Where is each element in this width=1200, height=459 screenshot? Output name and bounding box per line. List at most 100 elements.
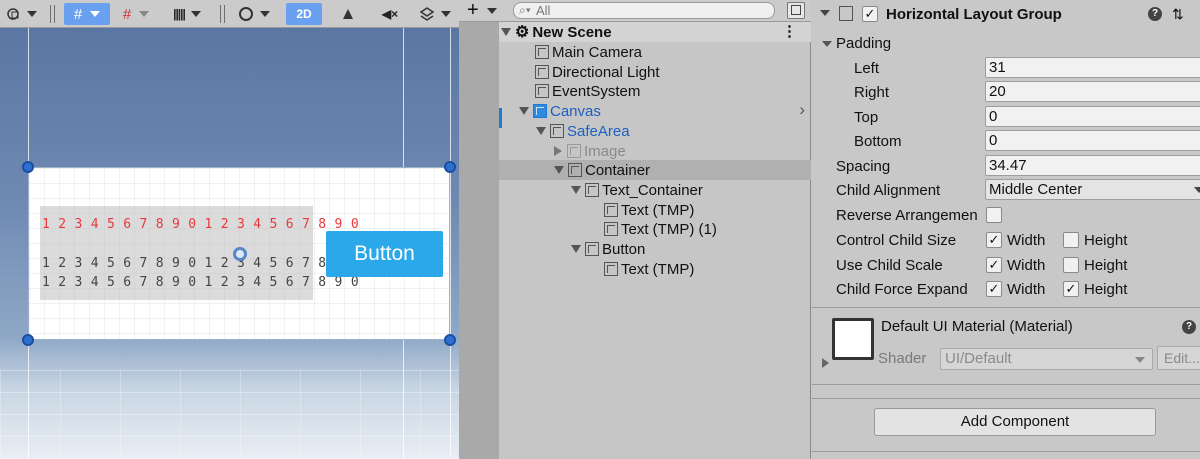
material-preview[interactable]: [832, 318, 874, 360]
foldout-arrow-icon[interactable]: [820, 10, 830, 16]
more-options-icon[interactable]: ⋮: [782, 22, 797, 40]
chevron-down-icon: [260, 11, 270, 17]
padding-left-field[interactable]: 31: [985, 57, 1200, 78]
rect-handle-top-right[interactable]: [444, 161, 456, 173]
hierarchy-item-label: Text (TMP): [621, 260, 695, 278]
collapse-arrow-icon: [554, 146, 562, 156]
add-button[interactable]: +: [467, 0, 498, 20]
grid-snap-button[interactable]: #: [64, 3, 110, 25]
child-alignment-label: Child Alignment: [836, 182, 941, 199]
chevron-down-icon: [139, 11, 150, 17]
hierarchy-item-safearea[interactable]: SafeArea: [499, 121, 811, 141]
hierarchy-item-new-scene[interactable]: ⚙ New Scene ⋮: [499, 22, 811, 42]
reverse-arrangement-checkbox[interactable]: [986, 207, 1002, 223]
hierarchy-item-button[interactable]: Button: [499, 239, 811, 259]
visibility-gutter[interactable]: [459, 22, 499, 459]
expand-arrow-icon: [571, 186, 581, 194]
hierarchy-item-button-text-tmp[interactable]: Text (TMP): [499, 259, 811, 279]
pivot-icon[interactable]: [233, 247, 247, 261]
right-label: Right: [854, 84, 890, 101]
gameobject-icon: [604, 203, 618, 217]
render-options-dropdown[interactable]: |||||: [166, 3, 208, 25]
help-icon[interactable]: ?: [1148, 7, 1162, 21]
padding-bottom-field[interactable]: 0: [985, 130, 1200, 151]
scene-view[interactable]: # # ||||| 2D ◀× 1 2 3 4 5 6 7 8 9 0 1 2 …: [0, 0, 459, 459]
padding-left-row: Left 31: [812, 57, 1200, 81]
child-alignment-dropdown[interactable]: Middle Center: [985, 179, 1200, 200]
expand-arrow-icon: [536, 127, 546, 135]
spacing-row: Spacing 34.47: [812, 155, 1200, 179]
scene-button[interactable]: Button: [326, 231, 443, 277]
hierarchy-panel: + ⌕▾ All ⚙ New Scene ⋮ Main Camera Direc…: [459, 0, 811, 459]
chevron-down-icon: [27, 11, 37, 17]
hierarchy-item-label: New Scene: [532, 23, 612, 41]
scene-toolbar: # # ||||| 2D ◀×: [0, 0, 459, 28]
expand-arrow-icon: [519, 107, 529, 115]
shader-value: UI/Default: [945, 350, 1012, 367]
hierarchy-item-label: Image: [584, 142, 626, 160]
child-force-expand-label: Child Force Expand: [836, 281, 968, 298]
component-header[interactable]: ✓ Horizontal Layout Group ? ⇅: [812, 2, 1200, 26]
use-child-scale-row: Use Child Scale ✓ Width Height: [812, 254, 1200, 278]
hierarchy-item-text-tmp-1[interactable]: Text (TMP) (1): [499, 219, 811, 239]
gameobject-icon: [567, 144, 581, 158]
hierarchy-item-canvas[interactable]: Canvas ›: [499, 100, 811, 121]
shader-label: Shader: [878, 350, 927, 367]
control-size-width-checkbox[interactable]: ✓: [986, 232, 1002, 248]
chevron-down-icon: [190, 11, 201, 17]
child-scale-width-checkbox[interactable]: ✓: [986, 257, 1002, 273]
control-size-height-checkbox[interactable]: [1063, 232, 1079, 248]
hierarchy-item-label: EventSystem: [552, 82, 641, 100]
padding-right-field[interactable]: 20: [985, 81, 1200, 102]
search-placeholder: All: [536, 3, 551, 18]
chevron-down-icon: [1194, 187, 1200, 193]
effects-dropdown[interactable]: [414, 3, 456, 25]
unity-scene-icon: ⚙: [515, 24, 530, 41]
text-container-rect[interactable]: 1 2 3 4 5 6 7 8 9 0 1 2 3 4 5 6 7 8 9 0 …: [40, 206, 359, 300]
increment-snap-button[interactable]: #: [116, 3, 156, 25]
component-enabled-checkbox[interactable]: ✓: [862, 6, 878, 22]
audio-toggle[interactable]: ◀×: [372, 3, 408, 25]
lock-view-button[interactable]: [787, 2, 805, 19]
search-icon: ⌕▾: [519, 3, 531, 17]
hierarchy-item-image[interactable]: Image: [499, 141, 811, 161]
edit-shader-button[interactable]: Edit...: [1157, 346, 1200, 370]
add-component-button[interactable]: Add Component: [874, 408, 1156, 436]
top-label: Top: [854, 109, 879, 126]
draw-mode-dropdown[interactable]: [2, 3, 40, 25]
hierarchy-item-container[interactable]: Container: [499, 160, 811, 180]
lighting-toggle[interactable]: [330, 3, 366, 25]
snap-icon: #: [122, 5, 132, 23]
force-expand-width-checkbox[interactable]: ✓: [986, 281, 1002, 297]
divider: [812, 451, 1200, 452]
bottom-label: Bottom: [854, 133, 902, 150]
force-expand-height-checkbox[interactable]: ✓: [1063, 281, 1079, 297]
chevron-right-icon[interactable]: ›: [799, 100, 805, 120]
spacing-field[interactable]: 34.47: [985, 155, 1200, 176]
rect-handle-bottom-right[interactable]: [444, 334, 456, 346]
padding-right-row: Right 20: [812, 81, 1200, 105]
settings-sliders-icon[interactable]: ⇅: [1172, 6, 1184, 23]
hierarchy-item-directional-light[interactable]: Directional Light: [499, 62, 811, 82]
hierarchy-item-label: Text (TMP): [621, 201, 695, 219]
scene-visibility-icon: [791, 5, 801, 15]
padding-top-field[interactable]: 0: [985, 106, 1200, 127]
shader-dropdown[interactable]: UI/Default: [940, 348, 1153, 370]
mode-2d-toggle[interactable]: 2D: [286, 3, 322, 25]
help-icon[interactable]: ?: [1182, 320, 1196, 334]
bars-icon: |||||: [173, 7, 186, 21]
hierarchy-item-main-camera[interactable]: Main Camera: [499, 42, 811, 62]
padding-foldout[interactable]: Padding: [812, 32, 1200, 56]
rect-handle-bottom-left[interactable]: [22, 334, 34, 346]
padding-bottom-row: Bottom 0: [812, 130, 1200, 154]
hierarchy-item-text-tmp[interactable]: Text (TMP): [499, 200, 811, 220]
height-label: Height: [1084, 257, 1128, 274]
rect-handle-top-left[interactable]: [22, 161, 34, 173]
hierarchy-item-text-container[interactable]: Text_Container: [499, 180, 811, 200]
shading-dropdown[interactable]: [234, 3, 274, 25]
scene-viewport[interactable]: 1 2 3 4 5 6 7 8 9 0 1 2 3 4 5 6 7 8 9 0 …: [0, 28, 459, 459]
hierarchy-item-eventsystem[interactable]: EventSystem: [499, 81, 811, 101]
hierarchy-search-input[interactable]: ⌕▾ All: [513, 2, 775, 19]
foldout-arrow-icon[interactable]: [822, 358, 829, 368]
child-scale-height-checkbox[interactable]: [1063, 257, 1079, 273]
